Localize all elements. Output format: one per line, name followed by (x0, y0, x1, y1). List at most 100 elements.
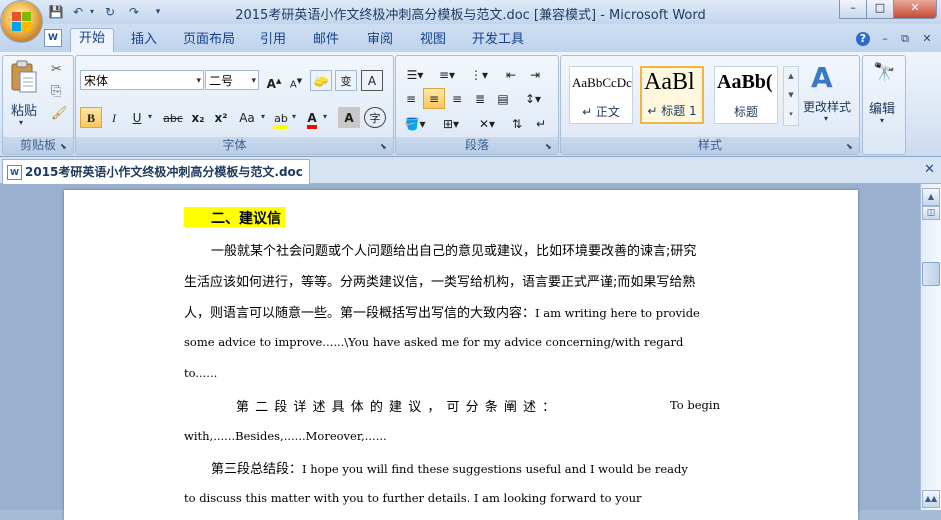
change-case-dropdown-icon[interactable]: ▾ (261, 112, 265, 121)
undo-dropdown-icon[interactable]: ▾ (84, 4, 100, 20)
strikethrough-button[interactable]: abc (160, 107, 186, 128)
align-right-icon[interactable]: ≡ (446, 88, 468, 109)
help-icon[interactable]: ? (856, 32, 870, 46)
bold-button[interactable]: B (80, 107, 102, 128)
paragraph-3-line-1: 第三段总结段：I hope you will find these sugges… (211, 458, 688, 477)
editing-label[interactable]: 编辑 (869, 98, 895, 117)
grow-font-button[interactable]: A▲ (263, 70, 285, 91)
multilevel-list-icon[interactable]: ⋮▾ (464, 64, 494, 85)
style-normal[interactable]: AaBbCcDc ↵ 正文 (569, 66, 633, 124)
sort-icon[interactable]: ⇅ (506, 113, 528, 134)
font-size-combo[interactable]: 二号 ▾ (205, 70, 259, 90)
paragraph-1-line-3: 人，则语言可以随意一些。第一段概括写出写信的大致内容：I am writing … (184, 302, 700, 321)
distributed-icon[interactable]: ▤ (492, 88, 514, 109)
underline-dropdown-icon[interactable]: ▾ (148, 112, 152, 121)
format-painter-icon[interactable]: 🖌 (51, 106, 68, 121)
tab-mailings[interactable]: 邮件 (313, 30, 339, 52)
customize-quick-access-icon[interactable]: ▾ (150, 4, 166, 20)
paragraph-3-line-1-en: I hope you will find these suggestions u… (302, 462, 688, 476)
previous-page-icon[interactable]: ▲▲ (922, 490, 940, 508)
increase-indent-icon[interactable]: ⇥ (524, 64, 546, 85)
close-button[interactable]: ✕ (893, 0, 937, 19)
restore-window-icon[interactable]: ⧉ (898, 32, 912, 46)
font-name-combo[interactable]: 宋体 ▾ (80, 70, 204, 90)
font-group: 宋体 ▾ 二号 ▾ A▲ A▼ 🧽 变 A B I U ▾ abc x₂ x² … (75, 55, 394, 155)
close-document-icon[interactable]: ✕ (920, 32, 934, 46)
paste-dropdown-icon[interactable]: ▾ (19, 118, 23, 127)
font-name-dropdown-icon[interactable]: ▾ (196, 71, 201, 91)
change-styles-dropdown-icon[interactable]: ▾ (824, 114, 828, 123)
paragraph-3-line-1-cn: 第三段总结段： (211, 462, 303, 477)
paragraph-3-line-2: to discuss this matter with you to furth… (184, 491, 642, 505)
title-bar: 2015考研英语小作文终极冲刺高分模板与范文.doc [兼容模式] - Micr… (0, 0, 941, 24)
paragraph-launcher-icon[interactable]: ⬊ (545, 141, 556, 152)
styles-scroll[interactable]: ▲ ▼ ▾ (783, 66, 799, 126)
borders-icon[interactable]: ⊞▾ (436, 113, 466, 134)
office-button[interactable] (1, 1, 42, 42)
clear-formatting-icon[interactable]: 🧽 (310, 70, 332, 91)
align-center-icon[interactable]: ≡ (423, 88, 445, 109)
paragraph-1-line-3-cn: 人，则语言可以随意一些。第一段概括写出写信的大致内容： (184, 306, 536, 321)
maximize-button[interactable]: □ (866, 0, 894, 19)
ribbon-minimize-icon[interactable]: – (878, 32, 892, 46)
justify-icon[interactable]: ≣ (469, 88, 491, 109)
decrease-indent-icon[interactable]: ⇤ (500, 64, 522, 85)
vertical-scrollbar[interactable] (920, 184, 941, 510)
italic-button[interactable]: I (103, 107, 125, 128)
redo-icon[interactable]: ↻ (102, 4, 118, 20)
tab-developer[interactable]: 开发工具 (472, 30, 524, 52)
styles-launcher-icon[interactable]: ⬊ (846, 141, 857, 152)
underline-button[interactable]: U (126, 107, 148, 128)
font-size-dropdown-icon[interactable]: ▾ (251, 71, 256, 91)
change-styles-icon[interactable]: A (811, 62, 843, 94)
chinese-layout-icon[interactable]: ✕▾ (472, 113, 502, 134)
character-shading-icon[interactable]: A (338, 107, 360, 128)
change-case-button[interactable]: Aa (234, 107, 260, 128)
tab-view[interactable]: 视图 (420, 30, 446, 52)
bullets-icon[interactable]: ☰▾ (400, 64, 430, 85)
character-border-button[interactable]: A (361, 70, 383, 91)
superscript-button[interactable]: x² (210, 107, 232, 128)
font-color-dropdown-icon[interactable]: ▾ (323, 112, 327, 121)
scroll-thumb[interactable] (922, 262, 940, 286)
tab-page-layout[interactable]: 页面布局 (183, 30, 235, 52)
show-formatting-marks-icon[interactable]: ↵ (530, 113, 552, 134)
font-launcher-icon[interactable]: ⬊ (380, 141, 391, 152)
document-tab[interactable]: W 2015考研英语小作文终极冲刺高分模板与范文.doc (2, 159, 310, 184)
highlight-dropdown-icon[interactable]: ▾ (292, 112, 296, 121)
phonetic-guide-button[interactable]: 变 (335, 70, 357, 91)
cut-icon[interactable]: ✂ (51, 62, 62, 77)
minimize-button[interactable]: – (839, 0, 867, 19)
tab-home[interactable]: 开始 (70, 28, 115, 53)
editing-dropdown-icon[interactable]: ▾ (880, 116, 884, 125)
font-size-value: 二号 (209, 74, 234, 88)
clipboard-launcher-icon[interactable]: ⬊ (60, 141, 71, 152)
tab-review[interactable]: 审阅 (367, 30, 393, 52)
highlight-icon[interactable]: ab (270, 107, 292, 129)
copy-icon[interactable]: ⎘ (51, 84, 61, 99)
shrink-font-glyph: A (289, 79, 297, 91)
save-icon[interactable]: 💾 (48, 4, 64, 20)
subscript-button[interactable]: x₂ (187, 107, 209, 128)
font-color-icon[interactable]: A (301, 107, 323, 129)
line-spacing-icon[interactable]: ↕▾ (518, 88, 548, 109)
shrink-font-button[interactable]: A▼ (285, 70, 307, 91)
enclose-characters-button[interactable]: 字 (364, 107, 386, 128)
numbering-icon[interactable]: ≡▾ (432, 64, 462, 85)
paragraph-2-line-1-en: To begin (670, 398, 720, 412)
style-title-sample: AaBb( (717, 71, 773, 93)
paste-button-label[interactable]: 粘贴 (11, 100, 37, 119)
style-title[interactable]: AaBb( 标题 (714, 66, 778, 124)
change-styles-label[interactable]: 更改样式 (803, 98, 851, 115)
scroll-up-icon[interactable]: ▲ (922, 188, 940, 206)
close-document-tab-icon[interactable]: ✕ (924, 162, 935, 177)
binoculars-icon[interactable]: 🔭 (873, 62, 895, 83)
paste-icon[interactable] (9, 60, 39, 96)
align-left-icon[interactable]: ≡ (400, 88, 422, 109)
tab-insert[interactable]: 插入 (131, 30, 157, 52)
ruler-toggle-icon[interactable]: ◫ (922, 206, 940, 220)
style-heading-1[interactable]: AaBl ↵ 标题 1 (640, 66, 704, 124)
shading-icon[interactable]: 🪣▾ (400, 113, 430, 134)
repeat-icon[interactable]: ↷ (126, 4, 142, 20)
tab-references[interactable]: 引用 (260, 30, 286, 52)
